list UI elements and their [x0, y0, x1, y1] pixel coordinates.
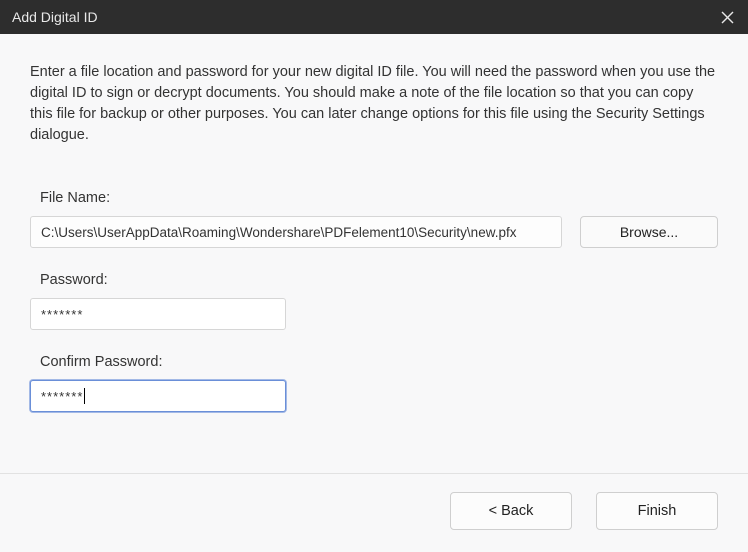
- confirm-password-row: Confirm Password: *******: [30, 354, 718, 412]
- titlebar: Add Digital ID: [0, 0, 748, 34]
- dialog-footer: < Back Finish: [0, 473, 748, 552]
- password-label: Password:: [40, 272, 718, 288]
- file-name-input[interactable]: [30, 216, 562, 248]
- finish-button[interactable]: Finish: [596, 492, 718, 530]
- close-icon: [721, 11, 734, 24]
- text-cursor: [84, 388, 85, 404]
- window-title: Add Digital ID: [12, 9, 98, 25]
- file-name-row: File Name: Browse...: [30, 190, 718, 248]
- file-name-label: File Name:: [40, 190, 718, 206]
- password-input[interactable]: [30, 298, 286, 330]
- close-button[interactable]: [718, 8, 736, 26]
- confirm-password-input[interactable]: *******: [30, 380, 286, 412]
- instruction-text: Enter a file location and password for y…: [30, 62, 718, 146]
- back-button[interactable]: < Back: [450, 492, 572, 530]
- browse-button[interactable]: Browse...: [580, 216, 718, 248]
- dialog-body: Enter a file location and password for y…: [0, 34, 748, 473]
- password-row: Password:: [30, 272, 718, 330]
- confirm-password-label: Confirm Password:: [40, 354, 718, 370]
